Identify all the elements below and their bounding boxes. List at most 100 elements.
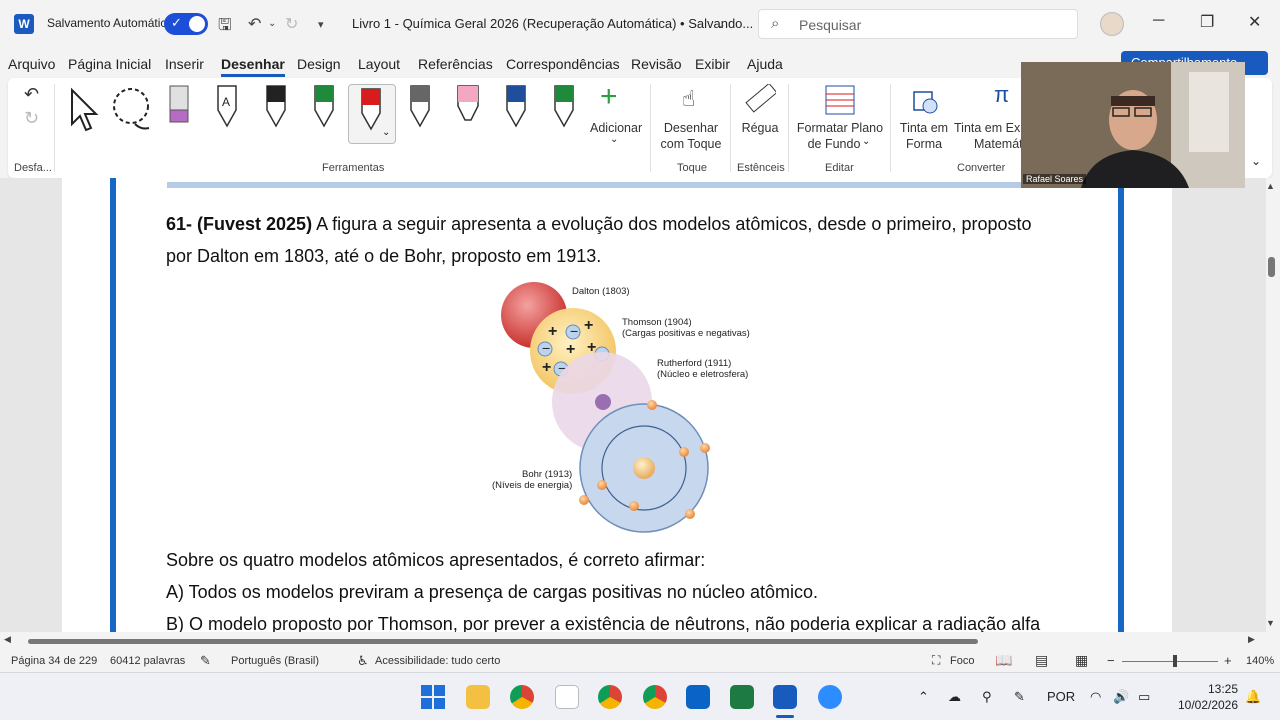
tab-exibir[interactable]: Exibir <box>695 56 730 72</box>
search-box[interactable]: ⌕ Pesquisar <box>758 9 1078 39</box>
option-b[interactable]: B) O modelo proposto por Thomson, por pr… <box>166 608 1040 632</box>
web-layout-icon[interactable]: ▦ <box>1075 652 1088 669</box>
tab-revisao[interactable]: Revisão <box>631 56 682 72</box>
ink-shape-label-1[interactable]: Tinta em <box>896 120 952 136</box>
zoom-level[interactable]: 140% <box>1246 655 1274 667</box>
minimize-button[interactable]: ─ <box>1153 12 1164 30</box>
language-status[interactable]: Português (Brasil) <box>231 655 319 667</box>
input-language[interactable]: POR <box>1047 689 1075 704</box>
chart-app-icon[interactable] <box>555 685 579 709</box>
wifi-icon[interactable]: ◠ <box>1090 689 1101 705</box>
chrome-icon[interactable] <box>510 685 534 709</box>
scroll-right-icon[interactable]: ▶ <box>1248 634 1255 645</box>
excel-icon[interactable] <box>730 685 754 709</box>
tab-design[interactable]: Design <box>297 56 341 72</box>
customize-toolbar-icon[interactable]: ▾ <box>318 18 324 31</box>
document-page[interactable]: 61- (Fuvest 2025) A figura a seguir apre… <box>62 178 1172 632</box>
add-pen-icon[interactable]: + <box>600 80 618 114</box>
pen-black-icon[interactable] <box>264 82 288 130</box>
touch-draw-label-2[interactable]: com Toque <box>656 136 726 152</box>
tray-overflow-icon[interactable]: ⌃ <box>918 689 929 705</box>
scroll-up-icon[interactable]: ▲ <box>1266 181 1275 191</box>
word-count[interactable]: 60412 palavras <box>110 655 185 667</box>
horizontal-scroll-thumb[interactable] <box>28 639 978 644</box>
volume-icon[interactable]: 🔊 <box>1113 689 1129 705</box>
vertical-scroll-thumb[interactable] <box>1268 257 1275 277</box>
file-explorer-icon[interactable] <box>466 685 490 709</box>
outlook-icon[interactable] <box>686 685 710 709</box>
ribbon-expand-chevron-icon[interactable]: ⌄ <box>1251 154 1261 168</box>
ink-shape-label-2[interactable]: Forma <box>896 136 952 152</box>
vertical-scrollbar[interactable] <box>1266 178 1280 632</box>
tab-desenhar[interactable]: Desenhar <box>221 56 285 77</box>
ink-math-icon[interactable]: π <box>994 82 1009 108</box>
page-count[interactable]: Página 34 de 229 <box>11 655 97 667</box>
option-a[interactable]: A) Todos os modelos previram a presença … <box>166 576 818 608</box>
save-icon[interactable]: 🖫 <box>218 14 232 41</box>
redo-icon[interactable]: ↻ <box>24 108 39 129</box>
focus-icon[interactable]: ⛶ <box>932 653 940 668</box>
select-cursor-icon[interactable] <box>68 86 100 132</box>
close-button[interactable]: ✕ <box>1248 12 1261 32</box>
highlighter-pink-icon[interactable] <box>455 82 481 130</box>
undo-icon[interactable]: ↶ <box>248 14 261 34</box>
format-background-icon[interactable] <box>824 84 856 116</box>
add-chevron-icon[interactable]: ⌄ <box>610 134 618 145</box>
pen-green-icon[interactable] <box>312 82 336 130</box>
system-clock[interactable]: 13:25 10/02/2026 <box>1172 681 1238 713</box>
scroll-down-icon[interactable]: ▼ <box>1266 618 1275 628</box>
pen-blue-icon[interactable] <box>504 82 528 130</box>
restore-button[interactable]: ❐ <box>1200 12 1214 32</box>
eraser-icon[interactable] <box>168 84 190 128</box>
focus-label[interactable]: Foco <box>950 655 974 667</box>
title-chevron-down-icon[interactable]: ⌄ <box>716 17 726 31</box>
chrome-profile2-icon[interactable] <box>643 685 667 709</box>
tab-ajuda[interactable]: Ajuda <box>747 56 783 72</box>
pen-red-selected[interactable]: ⌄ <box>348 84 396 144</box>
tab-referencias[interactable]: Referências <box>418 56 493 72</box>
pencil-gray-icon[interactable] <box>408 82 432 130</box>
user-avatar[interactable] <box>1100 12 1124 36</box>
scroll-left-icon[interactable]: ◀ <box>4 634 11 645</box>
undo-icon[interactable]: ↶ <box>24 84 39 105</box>
zoom-slider[interactable] <box>1122 661 1218 662</box>
ink-to-shape-icon[interactable] <box>908 84 940 116</box>
document-title[interactable]: Livro 1 - Química Geral 2026 (Recuperaçã… <box>352 16 753 31</box>
tab-correspondencias[interactable]: Correspondências <box>506 56 620 72</box>
zoom-app-icon[interactable] <box>818 685 842 709</box>
undo-dropdown-icon[interactable]: ⌄ <box>268 18 276 29</box>
tab-layout[interactable]: Layout <box>358 56 400 72</box>
touch-draw-icon[interactable]: ☝ <box>682 86 695 112</box>
autosave-toggle[interactable]: ✓ <box>164 13 208 35</box>
atomic-models-figure[interactable]: + ++ ++ −−− Dalton (1803) Thomson (1904) (… <box>486 280 756 540</box>
tab-inserir[interactable]: Inserir <box>165 56 204 72</box>
accessibility-icon[interactable]: ♿ <box>357 653 369 669</box>
ruler-icon[interactable] <box>742 84 776 118</box>
redo-icon[interactable]: ↻ <box>285 14 298 34</box>
chrome-profile-icon[interactable] <box>598 685 622 709</box>
word-taskbar-icon[interactable] <box>773 685 797 709</box>
pen-options-chevron-icon[interactable]: ⌄ <box>382 127 390 138</box>
action-pen-icon[interactable]: A <box>214 82 240 130</box>
zoom-out-icon[interactable]: − <box>1107 653 1115 668</box>
onedrive-icon[interactable]: ☁ <box>948 689 961 705</box>
lasso-select-icon[interactable] <box>111 86 157 132</box>
format-bg-label-1[interactable]: Formatar Plano <box>794 120 886 136</box>
battery-icon[interactable]: ▭ <box>1138 689 1150 705</box>
pen-tray-icon[interactable]: ✎ <box>1014 689 1025 705</box>
accessibility-status[interactable]: Acessibilidade: tudo certo <box>375 655 500 667</box>
read-mode-icon[interactable]: 📖 <box>995 652 1012 669</box>
format-bg-chevron-icon[interactable]: ⌄ <box>862 136 870 147</box>
ruler-label[interactable]: Régua <box>740 120 780 136</box>
webcam-overlay[interactable] <box>1021 62 1245 188</box>
touch-draw-label-1[interactable]: Desenhar <box>656 120 726 136</box>
windows-start-icon[interactable] <box>421 685 445 709</box>
pen-green2-icon[interactable] <box>552 82 576 130</box>
zoom-in-icon[interactable]: + <box>1224 653 1232 668</box>
tab-pagina-inicial[interactable]: Página Inicial <box>68 56 151 72</box>
notifications-icon[interactable]: 🔔 <box>1245 689 1261 705</box>
proofing-icon[interactable]: ✎ <box>200 653 211 669</box>
zoom-slider-thumb[interactable] <box>1173 655 1177 667</box>
print-layout-icon[interactable]: ▤ <box>1035 652 1048 669</box>
network-app-icon[interactable]: ⚲ <box>982 689 992 705</box>
